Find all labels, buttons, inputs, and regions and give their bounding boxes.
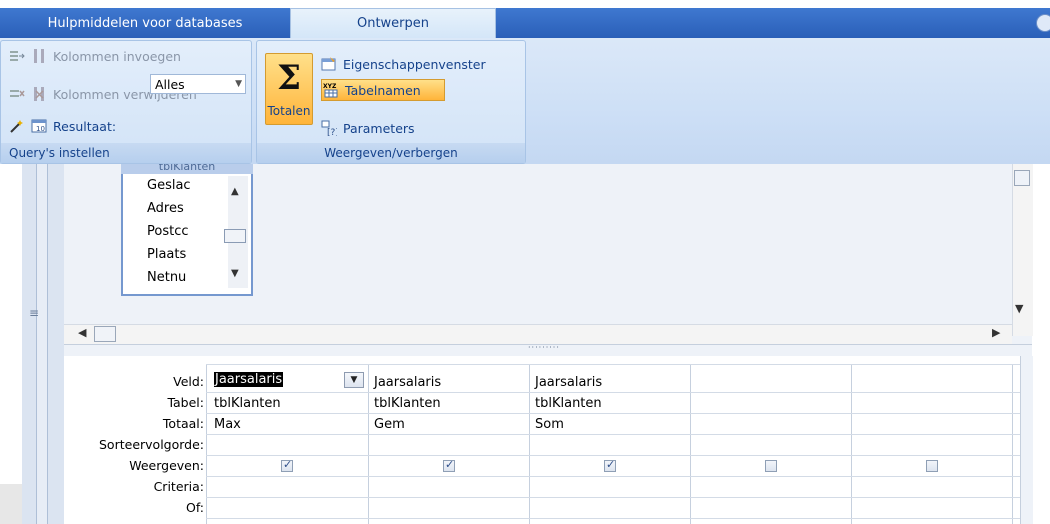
grid-column-line bbox=[368, 364, 369, 524]
table-pane-horizontal-scrollbar[interactable] bbox=[64, 324, 1012, 345]
grid-cell-total[interactable]: Max bbox=[210, 417, 241, 432]
show-checkbox[interactable] bbox=[604, 458, 616, 472]
parameters-label: Parameters bbox=[343, 120, 415, 136]
svg-text:10: 10 bbox=[36, 125, 45, 133]
row-label-or: Of: bbox=[185, 500, 204, 515]
field-list-item[interactable]: Plaats bbox=[147, 247, 186, 262]
grid-column-line bbox=[851, 364, 852, 524]
scroll-up-icon[interactable]: ▲ bbox=[231, 186, 239, 197]
result-dropdown-value: Alles bbox=[155, 76, 185, 92]
tab-design[interactable]: Ontwerpen bbox=[290, 8, 496, 38]
insert-columns-button[interactable]: Kolommen invoegen bbox=[9, 45, 181, 67]
row-label-table: Tabel: bbox=[167, 395, 204, 410]
group-label-show-hide-text: Weergeven/verbergen bbox=[324, 146, 458, 160]
grid-column-line bbox=[690, 364, 691, 524]
grid-row-line bbox=[206, 497, 1020, 498]
parameters-button[interactable]: [?] Parameters bbox=[321, 117, 415, 139]
insert-rows-icon bbox=[9, 48, 25, 64]
show-checkbox[interactable] bbox=[926, 460, 938, 472]
result-label: Resultaat: bbox=[53, 118, 117, 134]
group-show-hide: Σ Totalen Eigenschappenvenster XYZ Tabel… bbox=[256, 40, 526, 164]
svg-text:[?]: [?] bbox=[327, 128, 337, 136]
delete-rows-icon bbox=[9, 86, 25, 102]
group-label-query-setup-text: Query's instellen bbox=[9, 146, 110, 160]
row-label-show: Weergeven: bbox=[129, 458, 204, 473]
table-names-content: XYZ Tabelnamen bbox=[323, 79, 421, 101]
grid-cell-field[interactable]: Jaarsalaris bbox=[531, 375, 602, 390]
show-checkbox[interactable] bbox=[765, 460, 777, 472]
scroll-left-icon[interactable]: ◀ bbox=[78, 326, 86, 339]
grid-cell-table[interactable]: tblKlanten bbox=[210, 396, 281, 411]
field-list-scroll-thumb[interactable] bbox=[224, 229, 246, 243]
svg-text:XYZ: XYZ bbox=[323, 83, 337, 90]
contextual-tab-label: Hulpmiddelen voor databases bbox=[47, 15, 243, 31]
property-sheet-button[interactable]: Eigenschappenvenster bbox=[321, 53, 486, 75]
row-label-criteria: Criteria: bbox=[153, 479, 204, 494]
insert-columns-label: Kolommen invoegen bbox=[53, 48, 181, 64]
builder-wand-icon bbox=[9, 118, 25, 134]
insert-columns-icon bbox=[31, 48, 47, 64]
grid-row-line bbox=[206, 518, 1020, 519]
show-checkbox[interactable] bbox=[281, 458, 293, 472]
field-list-item[interactable]: Netnu bbox=[147, 270, 186, 285]
grid-row-line bbox=[206, 476, 1020, 477]
grid-cell-field[interactable]: Jaarsalaris bbox=[370, 375, 441, 390]
chevron-down-icon[interactable]: ▼ bbox=[344, 372, 364, 388]
tab-strip-background bbox=[496, 8, 1050, 38]
grid-row-line bbox=[206, 434, 1020, 435]
row-label-field: Veld: bbox=[173, 374, 204, 389]
grid-column-line bbox=[529, 364, 530, 524]
grid-row-line bbox=[206, 364, 1020, 365]
grid-column-line bbox=[206, 364, 207, 524]
result-builder: 10 Resultaat: bbox=[9, 115, 116, 137]
parameters-icon: [?] bbox=[321, 120, 339, 138]
contextual-tab-database-tools: Hulpmiddelen voor databases bbox=[0, 8, 290, 38]
grid-cell-total[interactable]: Gem bbox=[370, 417, 405, 432]
horizontal-scroll-thumb[interactable] bbox=[94, 326, 116, 342]
grip-icon: ≡ bbox=[29, 306, 40, 320]
table-names-icon: XYZ bbox=[323, 82, 339, 98]
field-list-item[interactable]: Geslac bbox=[147, 178, 191, 193]
side-panel-edge bbox=[0, 484, 22, 524]
scroll-right-icon[interactable]: ▶ bbox=[992, 326, 1000, 339]
scroll-down-icon[interactable]: ▼ bbox=[231, 268, 239, 279]
group-label-show-hide: Weergeven/verbergen bbox=[257, 143, 525, 163]
row-label-total: Totaal: bbox=[162, 416, 204, 431]
delete-columns-icon bbox=[31, 86, 47, 102]
sigma-icon: Σ bbox=[276, 58, 302, 98]
grid-row-line bbox=[206, 392, 1020, 393]
grid-cell-field[interactable]: Jaarsalaris bbox=[210, 372, 284, 387]
grid-row-line bbox=[206, 413, 1020, 414]
navigation-pane-border bbox=[36, 164, 48, 524]
grid-column-line bbox=[1012, 364, 1013, 524]
show-checkbox[interactable] bbox=[443, 458, 455, 472]
help-icon[interactable] bbox=[1036, 14, 1050, 32]
grid-cell-table[interactable]: tblKlanten bbox=[370, 396, 441, 411]
field-list-item[interactable]: Adres bbox=[147, 201, 184, 216]
scroll-thumb[interactable] bbox=[1014, 170, 1030, 186]
tab-design-label: Ontwerpen bbox=[356, 16, 430, 31]
grid-cell-total[interactable]: Som bbox=[531, 417, 564, 432]
row-label-sort: Sorteervolgorde: bbox=[99, 437, 204, 452]
totals-label: Totalen bbox=[267, 104, 311, 118]
grid-right-edge bbox=[1020, 356, 1033, 524]
property-sheet-label: Eigenschappenvenster bbox=[343, 56, 486, 72]
grid-cell-field-value: Jaarsalaris bbox=[214, 372, 284, 387]
group-query-setup: Kolommen invoegen Kolommen verwijderen 1… bbox=[0, 40, 252, 164]
grid-row-line bbox=[206, 455, 1020, 456]
property-sheet-icon bbox=[321, 56, 337, 72]
field-list-title[interactable]: tblKlanten bbox=[121, 164, 253, 174]
grid-cell-table[interactable]: tblKlanten bbox=[531, 396, 602, 411]
chevron-down-icon: ▼ bbox=[235, 79, 242, 89]
field-list-item[interactable]: Postcc bbox=[147, 224, 189, 239]
splitter-grip-icon: ········· bbox=[528, 343, 560, 352]
totals-button[interactable]: Σ Totalen bbox=[265, 53, 313, 125]
result-dropdown[interactable]: Alles ▼ bbox=[150, 74, 246, 94]
return-values-icon: 10 bbox=[31, 118, 47, 134]
scroll-down-icon[interactable]: ▼ bbox=[1015, 302, 1023, 315]
group-label-query-setup: Query's instellen bbox=[1, 143, 251, 163]
table-names-label: Tabelnamen bbox=[345, 82, 421, 98]
